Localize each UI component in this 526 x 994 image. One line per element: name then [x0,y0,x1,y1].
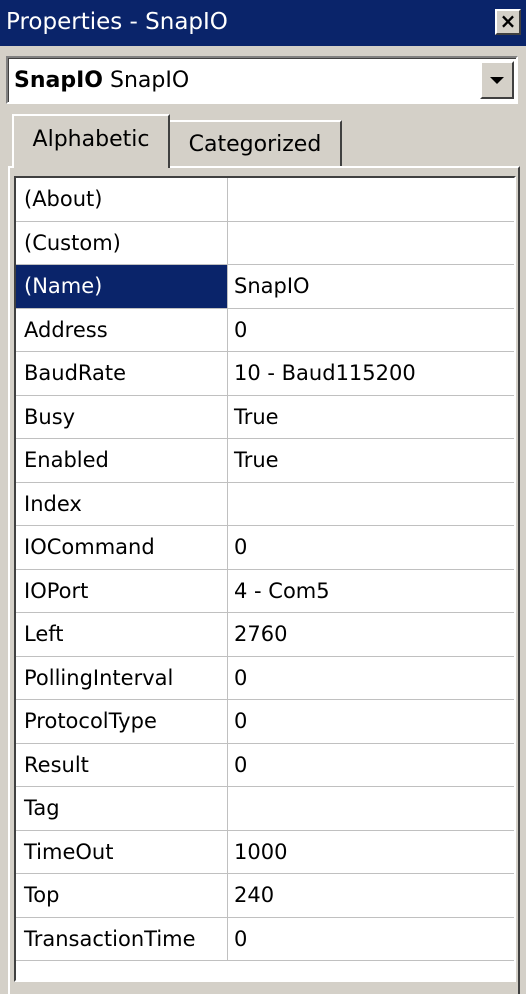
title-bar: Properties - SnapIO × [0,0,526,46]
object-type: SnapIO [110,68,190,93]
property-row[interactable]: BaudRate 10 - Baud115200 [16,352,514,396]
property-row[interactable]: (Custom) [16,221,514,265]
property-row[interactable]: IOPort 4 - Com5 [16,569,514,613]
property-value[interactable] [228,178,514,221]
tab-categorized[interactable]: Categorized [170,120,342,166]
close-icon: × [499,9,517,33]
property-value[interactable]: 10 - Baud115200 [228,352,514,395]
property-row[interactable]: ProtocolType 0 [16,700,514,744]
property-row[interactable]: IOCommand 0 [16,526,514,570]
property-row[interactable]: Enabled True [16,439,514,483]
property-value[interactable]: True [228,396,514,439]
property-row[interactable]: Left 2760 [16,613,514,657]
property-value[interactable]: 0 [228,700,514,743]
property-name[interactable]: IOCommand [16,526,228,569]
property-name[interactable]: (Name) [16,265,228,308]
property-value[interactable]: 0 [228,918,514,961]
property-name[interactable]: Result [16,743,228,786]
close-button[interactable]: × [495,9,521,35]
property-row[interactable]: TransactionTime 0 [16,917,514,961]
property-name[interactable]: PollingInterval [16,656,228,699]
property-value[interactable] [228,483,514,526]
property-row[interactable]: Index [16,482,514,526]
property-name[interactable]: BaudRate [16,352,228,395]
object-selector-value: SnapIO SnapIO [14,66,189,96]
property-row[interactable]: PollingInterval 0 [16,656,514,700]
property-grid: (About) (Custom) (Name) SnapIO Address 0 BaudR… [14,176,516,982]
property-value[interactable]: 0 [228,744,514,787]
property-row[interactable]: TimeOut 1000 [16,830,514,874]
property-value[interactable]: 1000 [228,831,514,874]
property-value[interactable] [228,222,514,265]
property-value[interactable]: 4 - Com5 [228,570,514,613]
property-name[interactable]: Left [16,613,228,656]
property-value[interactable]: 0 [228,309,514,352]
property-value[interactable] [228,787,514,830]
dropdown-button[interactable] [480,61,514,99]
property-row[interactable]: (Name) SnapIO [16,265,514,309]
property-name[interactable]: TransactionTime [16,917,228,960]
chevron-down-icon [490,77,504,84]
property-name[interactable]: Tag [16,787,228,830]
property-value[interactable]: 240 [228,874,514,917]
object-selector-dropdown[interactable]: SnapIO SnapIO [6,56,518,104]
property-name[interactable]: Busy [16,395,228,438]
property-name[interactable]: (About) [16,178,228,221]
property-value[interactable]: 2760 [228,613,514,656]
property-row[interactable]: Tag [16,787,514,831]
property-name[interactable]: TimeOut [16,830,228,873]
window-title: Properties - SnapIO [6,9,228,35]
property-value[interactable]: 0 [228,526,514,569]
property-row[interactable]: Result 0 [16,743,514,787]
property-value[interactable]: SnapIO [228,265,514,308]
property-value[interactable]: 0 [228,657,514,700]
tab-alphabetic[interactable]: Alphabetic [12,114,170,168]
property-row[interactable]: Address 0 [16,308,514,352]
property-name[interactable]: Index [16,482,228,525]
property-name[interactable]: ProtocolType [16,700,228,743]
property-value[interactable]: True [228,439,514,482]
property-row[interactable]: (About) [16,178,514,222]
property-name[interactable]: Enabled [16,439,228,482]
property-row[interactable]: Busy True [16,395,514,439]
object-name: SnapIO [14,68,103,93]
property-row[interactable]: Top 240 [16,874,514,918]
property-name[interactable]: Top [16,874,228,917]
property-name[interactable]: (Custom) [16,221,228,264]
property-name[interactable]: Address [16,308,228,351]
property-name[interactable]: IOPort [16,569,228,612]
property-row-empty [16,961,514,980]
